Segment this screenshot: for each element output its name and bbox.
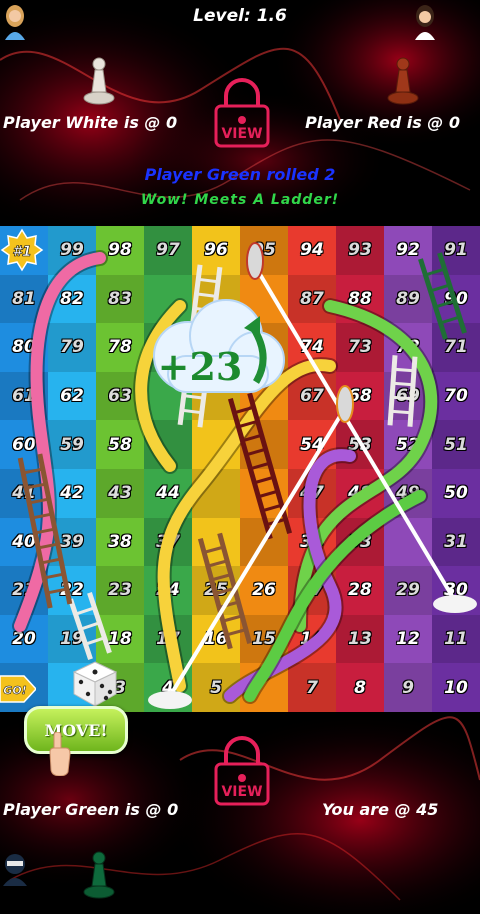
woman-avatar-icon [415,5,435,40]
roll-message: Player Green rolled 2 [144,165,336,184]
dice-icon[interactable] [70,658,120,708]
you-status: You are @ 45 [322,800,439,819]
smoke-puff [148,691,192,709]
level-indicator: Level: 1.6 [193,6,287,26]
go-label: GO! [3,684,26,697]
green-pawn-icon [83,851,115,899]
rocket-icon [336,385,354,423]
red-pawn-icon [387,57,419,105]
move-button[interactable]: MOVE! [24,706,128,754]
view-lock-button[interactable]: VIEW [210,76,274,166]
player-red-status: Player Red is @ 0 [305,113,460,132]
ninja-avatar-icon [3,854,27,886]
green-ladder [418,252,467,340]
event-message: Wow! Meets A Ladder! [140,192,340,208]
rocket-icon [246,242,264,280]
view-lock-button[interactable]: VIEW [210,734,274,824]
player-white-status: Player White is @ 0 [3,113,178,132]
white-ladder [68,592,112,660]
view-label: VIEW [221,784,262,800]
rank-badge-label: #1 [12,244,31,260]
rank-badge: #1 [0,228,44,272]
bonus-value: +23 [158,344,243,389]
bonus-cloud: +23 [148,296,286,404]
view-label: VIEW [221,126,262,142]
woman-avatar-icon [5,5,25,40]
player-green-status: Player Green is @ 0 [3,800,179,819]
white-pawn-icon [83,57,115,105]
smoke-puff [433,595,477,613]
go-arrow-icon: GO! [0,672,38,706]
pointing-hand-icon [49,732,71,776]
white-ladder [387,355,418,427]
